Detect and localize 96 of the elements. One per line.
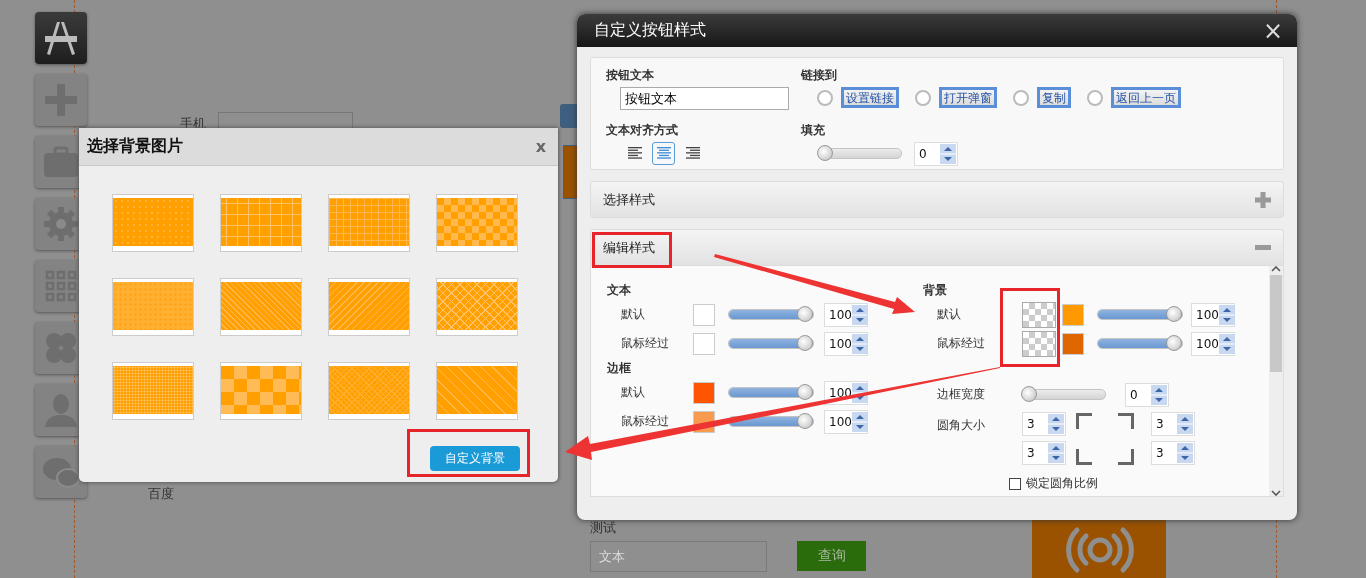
- spinner-icon[interactable]: [1218, 333, 1235, 354]
- slider[interactable]: [728, 338, 814, 349]
- color-swatch[interactable]: [693, 381, 715, 404]
- field-label: 填充: [801, 121, 826, 139]
- pattern-thumbnail[interactable]: [436, 194, 518, 252]
- number-field[interactable]: 100: [1191, 331, 1235, 356]
- section-header[interactable]: 编辑样式: [590, 229, 1284, 266]
- row-label: 默认: [936, 306, 962, 323]
- pattern-thumbnail[interactable]: [328, 362, 410, 420]
- scrollbar[interactable]: [1269, 266, 1283, 496]
- spinner-icon[interactable]: [851, 411, 868, 432]
- spinner-icon[interactable]: [1048, 443, 1064, 463]
- group-title: 背景: [923, 281, 948, 299]
- number-field[interactable]: 3: [1022, 441, 1066, 465]
- align-right-icon: [685, 146, 700, 160]
- collapse-tab[interactable]: [560, 104, 580, 128]
- close-button[interactable]: x: [535, 137, 546, 156]
- row-label: 鼠标经过: [620, 335, 670, 352]
- number-field[interactable]: 3: [1022, 412, 1066, 436]
- input-field[interactable]: 按钮文本: [620, 87, 789, 110]
- number-field[interactable]: 100: [824, 409, 868, 434]
- number-field[interactable]: 3: [1151, 412, 1195, 436]
- row-label: 鼠标经过: [620, 413, 670, 430]
- row-label: 圆角大小: [936, 417, 986, 434]
- color-swatch[interactable]: [693, 332, 715, 355]
- pattern-thumbnail[interactable]: [112, 194, 194, 252]
- color-swatch[interactable]: [693, 303, 715, 326]
- search-field[interactable]: 文本: [590, 541, 767, 572]
- transparent-swatch[interactable]: [1022, 301, 1056, 328]
- slider[interactable]: [1097, 338, 1183, 349]
- pattern-thumbnail[interactable]: [436, 278, 518, 336]
- feature-tile[interactable]: [1032, 518, 1166, 578]
- slider[interactable]: [728, 309, 814, 320]
- number-field[interactable]: 100: [824, 331, 868, 356]
- color-swatch[interactable]: [1062, 303, 1084, 326]
- pattern-thumbnail[interactable]: [220, 362, 302, 420]
- number-field[interactable]: 0: [1125, 382, 1169, 407]
- radio-button[interactable]: [915, 89, 931, 106]
- link-option-button[interactable]: 设置链接: [841, 87, 899, 108]
- spinner-icon[interactable]: [1048, 414, 1064, 434]
- checkbox[interactable]: [1009, 477, 1021, 490]
- group-title: 文本: [607, 281, 632, 299]
- pattern-thumbnail[interactable]: [112, 362, 194, 420]
- pattern-thumbnail[interactable]: [328, 194, 410, 252]
- corner-radius-drawing: [1076, 412, 1134, 465]
- scroll-up-icon[interactable]: [1271, 266, 1281, 272]
- close-button[interactable]: ×: [1262, 18, 1283, 43]
- spinner-icon[interactable]: [851, 333, 868, 354]
- pattern-thumbnail[interactable]: [220, 278, 302, 336]
- slider[interactable]: [1097, 309, 1183, 320]
- pattern-thumbnail[interactable]: [220, 194, 302, 252]
- link-option-button[interactable]: 复制: [1037, 87, 1071, 108]
- checkbox-label: 锁定圆角比例: [1026, 475, 1098, 492]
- field-label: 百度: [148, 485, 174, 503]
- pattern-thumbnail[interactable]: [328, 278, 410, 336]
- field-label: 按钮文本: [606, 67, 655, 84]
- row-label: 鼠标经过: [936, 335, 986, 352]
- pattern-thumbnail[interactable]: [436, 362, 518, 420]
- spinner-icon[interactable]: [1177, 414, 1193, 434]
- sidebar-button[interactable]: [35, 12, 87, 64]
- section-header[interactable]: 选择样式: [590, 181, 1284, 218]
- radio-button[interactable]: [1013, 89, 1029, 106]
- field-label: 链接到: [801, 67, 838, 84]
- color-swatch[interactable]: [1062, 332, 1084, 355]
- slider[interactable]: [728, 387, 814, 398]
- slider[interactable]: [818, 148, 902, 159]
- transparent-swatch[interactable]: [1022, 330, 1056, 357]
- dialog-title: 选择背景图片: [87, 136, 183, 157]
- spinner-icon[interactable]: [1151, 384, 1167, 405]
- section-title: 选择样式: [603, 190, 655, 209]
- number-field[interactable]: 0: [914, 141, 958, 166]
- slider[interactable]: [1022, 389, 1106, 400]
- spinner-icon[interactable]: [851, 304, 868, 325]
- spinner-icon[interactable]: [1177, 443, 1193, 463]
- radio-button[interactable]: [817, 89, 833, 106]
- spinner-icon[interactable]: [940, 143, 956, 164]
- field-label: 文本对齐方式: [606, 121, 679, 139]
- spinner-icon[interactable]: [1218, 304, 1235, 325]
- link-option-button[interactable]: 打开弹窗: [939, 87, 997, 108]
- group-title: 边框: [607, 359, 632, 377]
- number-field[interactable]: 100: [824, 302, 868, 327]
- link-option-button[interactable]: 返回上一页: [1111, 87, 1181, 108]
- scroll-down-icon[interactable]: [1271, 490, 1281, 496]
- row-label: 默认: [620, 306, 646, 323]
- align-left-icon: [627, 146, 642, 160]
- number-field[interactable]: 100: [1191, 302, 1235, 327]
- sidebar-button[interactable]: [35, 446, 87, 498]
- dialog-title: 自定义按钮样式: [594, 20, 706, 41]
- field-label: 测试: [590, 519, 616, 537]
- row-label: 边框宽度: [936, 386, 986, 403]
- pattern-thumbnail[interactable]: [112, 278, 194, 336]
- number-field[interactable]: 3: [1151, 441, 1195, 465]
- row-label: 默认: [620, 384, 646, 401]
- section-title: 编辑样式: [603, 238, 655, 257]
- align-center-icon: [656, 146, 671, 160]
- radio-button[interactable]: [1087, 89, 1103, 106]
